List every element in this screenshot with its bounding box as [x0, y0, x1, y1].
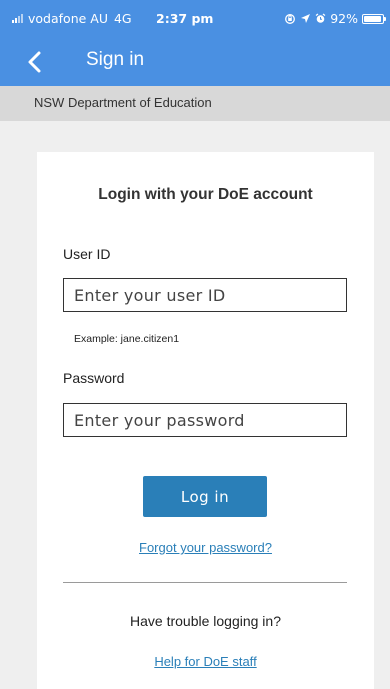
status-right: 92% — [284, 11, 386, 26]
screen-rotation-lock-icon — [285, 13, 296, 24]
login-button[interactable]: Log in — [143, 476, 267, 517]
forgot-password-link[interactable]: Forgot your password? — [37, 540, 374, 555]
back-button[interactable] — [22, 48, 50, 76]
user-id-hint: Example: jane.citizen1 — [74, 333, 180, 345]
login-heading: Login with your DoE account — [98, 186, 313, 203]
organization-name: NSW Department of Education — [34, 95, 212, 110]
location-arrow-icon — [301, 14, 311, 23]
chevron-left-icon — [28, 51, 41, 73]
help-link[interactable]: Help for DoE staff — [37, 654, 374, 669]
carrier-name: vodafone AU — [28, 11, 108, 26]
status-left: vodafone AU 4G — [12, 11, 132, 26]
nav-bar: Sign in — [0, 38, 390, 86]
trouble-text: Have trouble logging in? — [130, 613, 281, 629]
divider — [63, 582, 347, 583]
alarm-clock-icon — [315, 13, 326, 23]
password-label: Password — [63, 370, 125, 386]
user-id-input[interactable] — [63, 278, 347, 312]
user-id-label: User ID — [63, 246, 111, 262]
status-bar: vodafone AU 4G 2:37 pm 92% — [0, 0, 390, 38]
battery-percent: 92% — [330, 11, 358, 26]
organization-banner: NSW Department of Education — [0, 86, 390, 121]
page-title: Sign in — [86, 49, 145, 70]
network-type: 4G — [113, 11, 132, 26]
login-card: Login with your DoE account User ID Exam… — [37, 152, 374, 689]
status-time: 2:37 pm — [156, 11, 214, 26]
battery-icon — [362, 13, 386, 24]
signal-strength-icon — [12, 14, 23, 23]
password-input[interactable] — [63, 403, 347, 437]
